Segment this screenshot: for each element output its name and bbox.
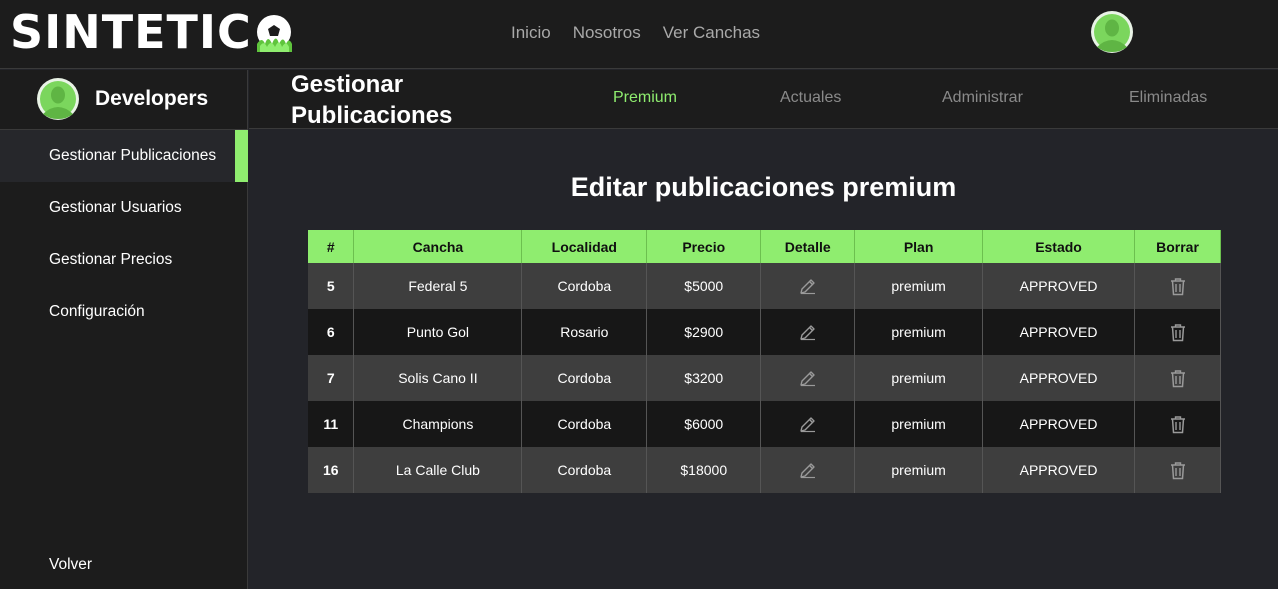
cell-borrar xyxy=(1134,401,1221,447)
cell-precio: $18000 xyxy=(646,447,762,493)
cell-borrar xyxy=(1134,309,1221,355)
table-row: 6 Punto Gol Rosario $2900 premium APPROVED xyxy=(308,309,1221,355)
cell-localidad: Cordoba xyxy=(521,355,648,401)
cell-cancha: Federal 5 xyxy=(353,263,523,309)
table-row: 16 La Calle Club Cordoba $18000 premium APPRO… xyxy=(308,447,1221,493)
column-header-cancha: Cancha xyxy=(353,230,523,263)
trash-icon[interactable] xyxy=(1169,461,1187,479)
logo[interactable]: SINTETIC xyxy=(10,6,294,58)
tab-premium[interactable]: Premium xyxy=(613,89,677,107)
cell-id: 7 xyxy=(308,355,355,401)
cell-estado: APPROVED xyxy=(982,447,1135,493)
active-indicator xyxy=(235,130,248,182)
pencil-icon[interactable] xyxy=(799,323,817,341)
nav-link-inicio[interactable]: Inicio xyxy=(511,22,551,44)
cell-estado: APPROVED xyxy=(982,309,1135,355)
sidebar-item-label: Gestionar Precios xyxy=(49,251,173,268)
column-header-plan: Plan xyxy=(854,230,984,263)
tab-actuales[interactable]: Actuales xyxy=(780,89,841,107)
column-header-localidad: Localidad xyxy=(521,230,648,263)
cell-id: 16 xyxy=(308,447,355,493)
soccer-ball-icon xyxy=(256,15,292,52)
cell-estado: APPROVED xyxy=(982,401,1135,447)
column-header-borrar: Borrar xyxy=(1134,230,1221,263)
sidebar-item-gestionar-usuarios[interactable]: Gestionar Usuarios xyxy=(0,182,248,234)
tab-administrar[interactable]: Administrar xyxy=(942,89,1023,107)
trash-icon[interactable] xyxy=(1169,369,1187,387)
table-row: 5 Federal 5 Cordoba $5000 premium APPROVED xyxy=(308,263,1221,309)
sidebar-item-gestionar-publicaciones[interactable]: Gestionar Publicaciones xyxy=(0,130,248,182)
cell-cancha: Solis Cano II xyxy=(353,355,523,401)
publications-table: # Cancha Localidad Precio Detalle Plan E… xyxy=(308,230,1221,493)
trash-icon[interactable] xyxy=(1169,415,1187,433)
nav-link-nosotros[interactable]: Nosotros xyxy=(573,22,641,44)
trash-icon[interactable] xyxy=(1169,323,1187,341)
pencil-icon[interactable] xyxy=(799,461,817,479)
table-row: 11 Champions Cordoba $6000 premium APPROVED xyxy=(308,401,1221,447)
sidebar-item-configuracion[interactable]: Configuración xyxy=(0,286,248,338)
cell-estado: APPROVED xyxy=(982,263,1135,309)
page-title-line1: Gestionar xyxy=(291,71,404,98)
pencil-icon[interactable] xyxy=(799,277,817,295)
cell-detalle xyxy=(760,263,856,309)
developer-avatar-icon xyxy=(37,78,79,120)
cell-id: 11 xyxy=(308,401,355,447)
cell-borrar xyxy=(1134,355,1221,401)
cell-localidad: Cordoba xyxy=(521,447,648,493)
cell-cancha: Champions xyxy=(353,401,523,447)
user-avatar-icon[interactable] xyxy=(1091,11,1133,53)
cell-id: 5 xyxy=(308,263,355,309)
back-link[interactable]: Volver xyxy=(49,556,92,574)
pencil-icon[interactable] xyxy=(799,415,817,433)
cell-id: 6 xyxy=(308,309,355,355)
cell-detalle xyxy=(760,447,856,493)
cell-precio: $2900 xyxy=(646,309,762,355)
page-title: Gestionar Publicaciones xyxy=(291,69,452,131)
cell-borrar xyxy=(1134,263,1221,309)
cell-plan: premium xyxy=(854,309,984,355)
cell-detalle xyxy=(760,401,856,447)
column-header-estado: Estado xyxy=(982,230,1135,263)
page-header: Gestionar Publicaciones Premium Actuales… xyxy=(249,70,1278,129)
sidebar-item-label: Configuración xyxy=(49,303,145,320)
table-header-row: # Cancha Localidad Precio Detalle Plan E… xyxy=(308,230,1221,263)
cell-plan: premium xyxy=(854,447,984,493)
cell-precio: $3200 xyxy=(646,355,762,401)
sidebar-user-name: Developers xyxy=(95,87,209,110)
pencil-icon[interactable] xyxy=(799,369,817,387)
sidebar-user-header: Developers xyxy=(0,70,247,130)
page-title-line2: Publicaciones xyxy=(291,102,453,129)
cell-localidad: Cordoba xyxy=(521,263,648,309)
cell-plan: premium xyxy=(854,401,984,447)
column-header-detalle: Detalle xyxy=(760,230,856,263)
sidebar: Developers Gestionar Publicaciones Gesti… xyxy=(0,70,248,589)
cell-localidad: Cordoba xyxy=(521,401,648,447)
top-nav: Inicio Nosotros Ver Canchas xyxy=(511,22,782,44)
cell-cancha: La Calle Club xyxy=(353,447,523,493)
table-row: 7 Solis Cano II Cordoba $3200 premium APPROVE… xyxy=(308,355,1221,401)
sidebar-item-label: Gestionar Usuarios xyxy=(49,199,182,216)
cell-estado: APPROVED xyxy=(982,355,1135,401)
sidebar-item-label: Gestionar Publicaciones xyxy=(49,147,217,164)
logo-text: SINTETIC xyxy=(10,5,252,59)
cell-precio: $5000 xyxy=(646,263,762,309)
cell-precio: $6000 xyxy=(646,401,762,447)
nav-link-ver-canchas[interactable]: Ver Canchas xyxy=(663,22,760,44)
column-header-id: # xyxy=(308,230,355,263)
top-navbar: SINTETIC Inicio Nosotros Ver Canchas xyxy=(0,0,1278,69)
cell-borrar xyxy=(1134,447,1221,493)
tab-eliminadas[interactable]: Eliminadas xyxy=(1129,89,1207,107)
sidebar-item-gestionar-precios[interactable]: Gestionar Precios xyxy=(0,234,248,286)
main-title: Editar publicaciones premium xyxy=(570,172,957,202)
cell-plan: premium xyxy=(854,355,984,401)
cell-detalle xyxy=(760,309,856,355)
cell-plan: premium xyxy=(854,263,984,309)
trash-icon[interactable] xyxy=(1169,277,1187,295)
cell-cancha: Punto Gol xyxy=(353,309,523,355)
cell-localidad: Rosario xyxy=(521,309,648,355)
cell-detalle xyxy=(760,355,856,401)
column-header-precio: Precio xyxy=(646,230,762,263)
